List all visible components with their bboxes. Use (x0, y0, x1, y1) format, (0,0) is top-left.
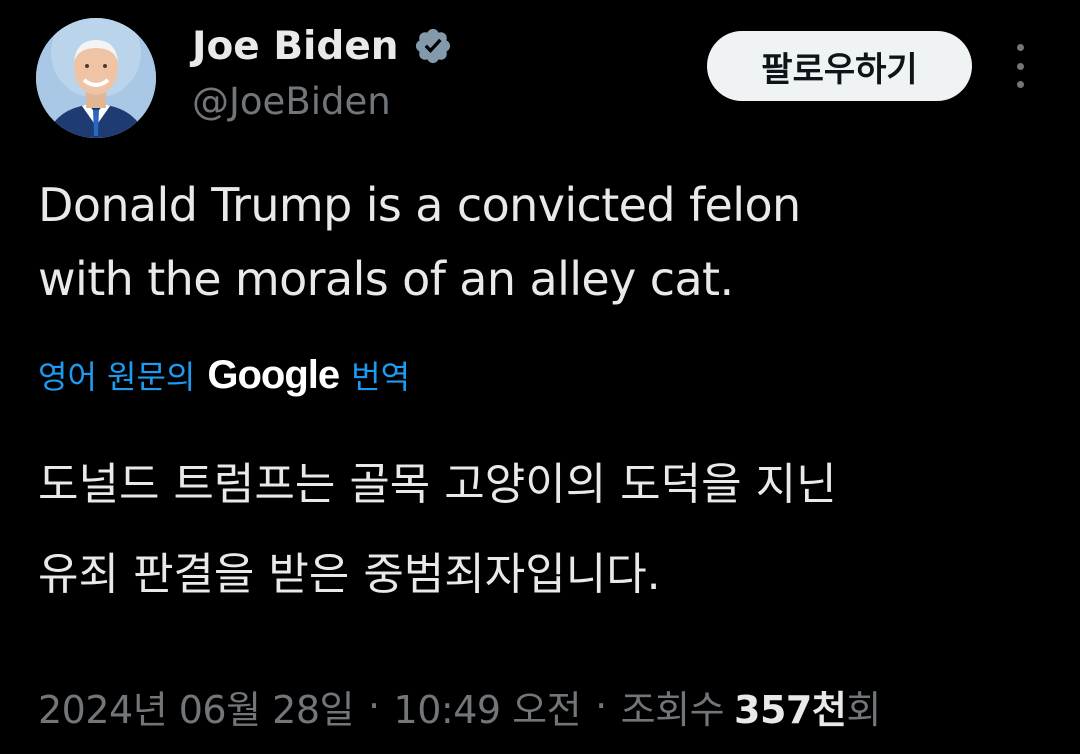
translation-prefix: 영어 원문의 (38, 358, 196, 396)
verified-badge-icon[interactable] (413, 26, 453, 66)
meta-separator: · (367, 684, 380, 728)
more-vertical-icon[interactable] (1005, 44, 1035, 88)
google-logo: Google (207, 352, 340, 397)
tweet-text-line: with the morals of an alley cat. (38, 252, 734, 306)
author-handle[interactable]: @JoeBiden (192, 80, 391, 123)
follow-button[interactable]: 팔로우하기 (707, 31, 972, 101)
views-label: 조회수 (620, 687, 725, 732)
tweet-text-line: Donald Trump is a convicted felon (38, 178, 801, 232)
views-suffix: 회 (846, 687, 881, 732)
tweet-text: Donald Trump is a convicted felon with t… (38, 168, 1048, 316)
tweet-date[interactable]: 2024년 06월 28일 (38, 679, 354, 734)
more-dot (1016, 62, 1024, 70)
more-dot (1016, 44, 1024, 51)
translated-text-line: 유죄 판결을 받은 중범죄자입니다. (38, 549, 661, 600)
views-count: 357천 (734, 687, 847, 732)
avatar-image (36, 18, 156, 138)
avatar[interactable] (36, 18, 156, 138)
translation-suffix: 번역 (351, 358, 411, 396)
translated-text: 도널드 트럼프는 골목 고양이의 도덕을 지닌 유죄 판결을 받은 중범죄자입니… (38, 440, 1048, 620)
meta-separator: · (595, 684, 607, 728)
author-name-row: Joe Biden (192, 18, 453, 74)
translated-text-line: 도널드 트럼프는 골목 고양이의 도덕을 지닌 (38, 459, 837, 510)
display-name[interactable]: Joe Biden (192, 24, 399, 69)
more-dot (1016, 81, 1024, 88)
tweet-time[interactable]: 10:49 오전 (394, 679, 582, 734)
tweet-meta: 2024년 06월 28일 · 10:49 오전 · 조회수 357천 회 (38, 678, 881, 734)
translation-attribution[interactable]: 영어 원문의 Google 번역 (38, 350, 410, 400)
